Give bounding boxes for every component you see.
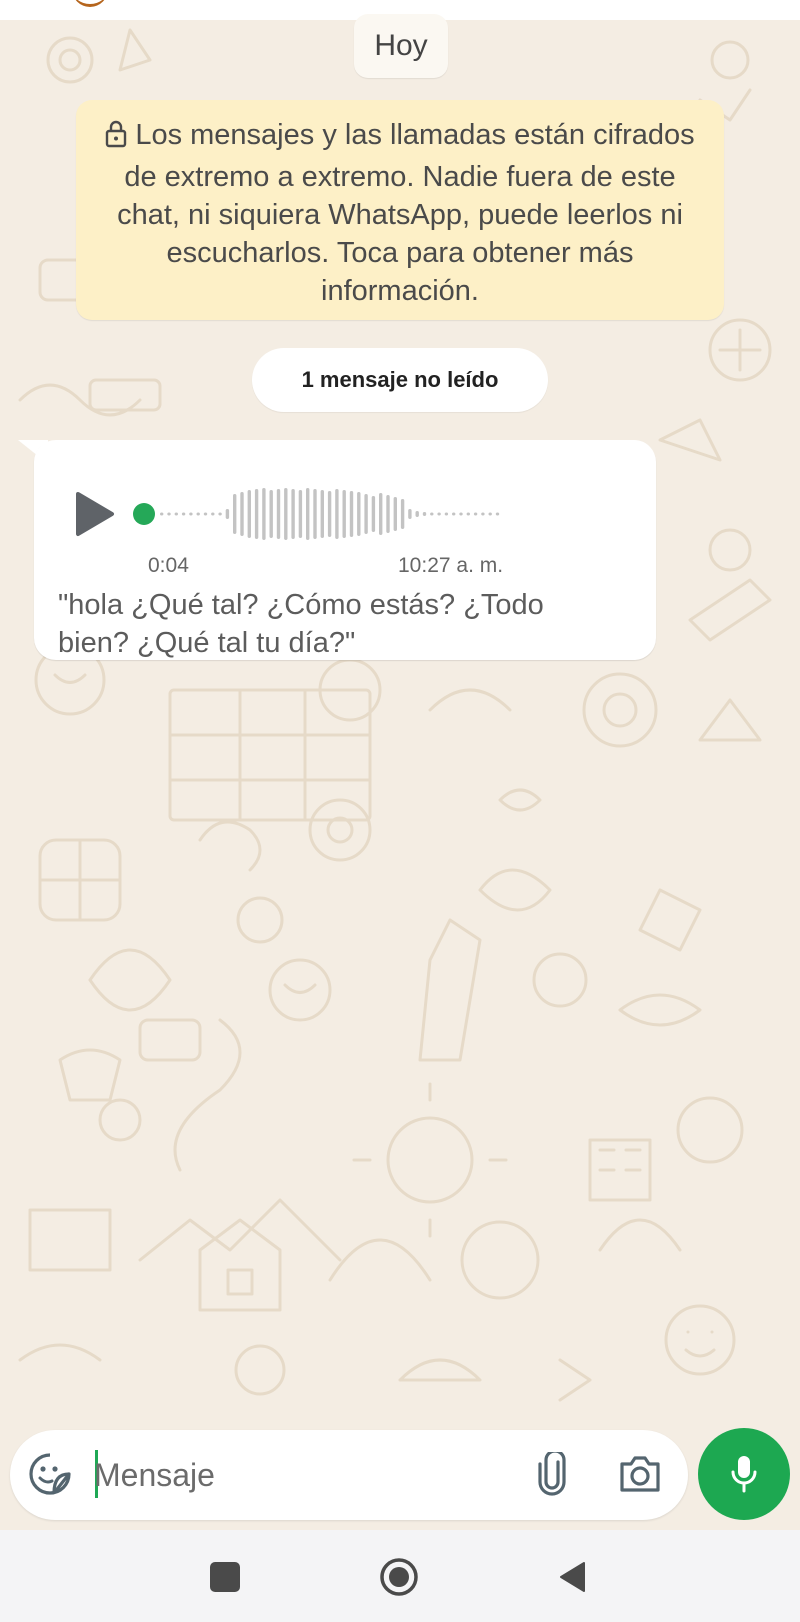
waveform-bar — [189, 512, 193, 516]
voice-transcript: "hola ¿Qué tal? ¿Cómo estás? ¿Todo bien?… — [58, 589, 544, 659]
waveform-bar — [211, 512, 215, 516]
waveform-bar — [247, 490, 251, 538]
waveform-bar — [327, 491, 332, 537]
voice-waveform[interactable] — [130, 482, 520, 546]
unread-messages-chip: 1 mensaje no leído — [252, 348, 548, 412]
waveform-bar — [371, 496, 376, 532]
waveform-bar — [364, 494, 368, 534]
waveform-bar — [203, 512, 208, 516]
triangle-back-icon[interactable] — [558, 1561, 588, 1593]
waveform-bar — [379, 493, 383, 535]
waveform-bar — [430, 512, 434, 516]
waveform-bar — [357, 492, 361, 536]
waveform-bar — [225, 509, 230, 519]
camera-icon[interactable] — [618, 1454, 662, 1494]
circle-home-icon[interactable] — [378, 1556, 420, 1598]
lock-icon — [105, 120, 127, 158]
play-icon[interactable] — [74, 490, 116, 538]
date-separator: Hoy — [354, 14, 448, 78]
waveform-bar — [298, 490, 303, 538]
waveform-bar — [320, 490, 324, 538]
waveform-bar — [291, 489, 295, 539]
waveform-bar — [473, 512, 478, 516]
paperclip-icon[interactable] — [534, 1452, 570, 1496]
encryption-notice[interactable]: Los mensajes y las llamadas están cifrad… — [76, 100, 724, 320]
waveform-bar — [276, 489, 281, 539]
sticker-emoji-icon[interactable] — [28, 1452, 72, 1496]
waveform-bar — [342, 490, 346, 538]
square-icon[interactable] — [210, 1562, 240, 1592]
waveform-bar — [495, 512, 500, 516]
waveform-bar — [452, 512, 456, 516]
waveform-bar — [415, 511, 419, 517]
waveform-bar — [444, 512, 449, 516]
waveform-bar — [349, 491, 354, 537]
waveform-bar — [218, 512, 222, 516]
waveform-bar — [160, 512, 164, 516]
waveform-bar — [262, 488, 266, 540]
waveform-bar — [181, 512, 186, 516]
microphone-button[interactable] — [698, 1428, 790, 1520]
waveform-bar — [313, 489, 317, 539]
waveform-bar — [306, 488, 310, 540]
waveform-bar — [386, 495, 390, 533]
avatar-edge — [72, 0, 108, 7]
waveform-bar — [422, 512, 427, 516]
waveform-bar — [233, 494, 237, 534]
waveform-bar — [408, 509, 412, 519]
playback-progress-dot[interactable] — [133, 503, 155, 525]
waveform-bar — [269, 490, 273, 538]
waveform-bar — [284, 488, 288, 540]
message-input[interactable] — [92, 1446, 516, 1504]
encryption-notice-text: Los mensajes y las llamadas están cifrad… — [117, 119, 695, 307]
waveform-bar — [459, 512, 463, 516]
waveform-bar — [481, 512, 485, 516]
waveform-bar — [488, 512, 492, 516]
waveform-bar — [400, 499, 405, 529]
waveform-bar — [196, 512, 200, 516]
waveform-bar — [335, 489, 339, 539]
waveform-bar — [393, 497, 397, 531]
voice-duration: 0:04 — [148, 554, 189, 577]
waveform-bar — [437, 512, 441, 516]
waveform-bar — [174, 512, 178, 516]
waveform-bar — [254, 489, 259, 539]
waveform-bar — [466, 512, 470, 516]
message-time: 10:27 a. m. — [398, 554, 504, 577]
waveform-bar — [167, 512, 171, 516]
waveform-bar — [240, 492, 244, 536]
microphone-icon — [731, 1456, 757, 1493]
